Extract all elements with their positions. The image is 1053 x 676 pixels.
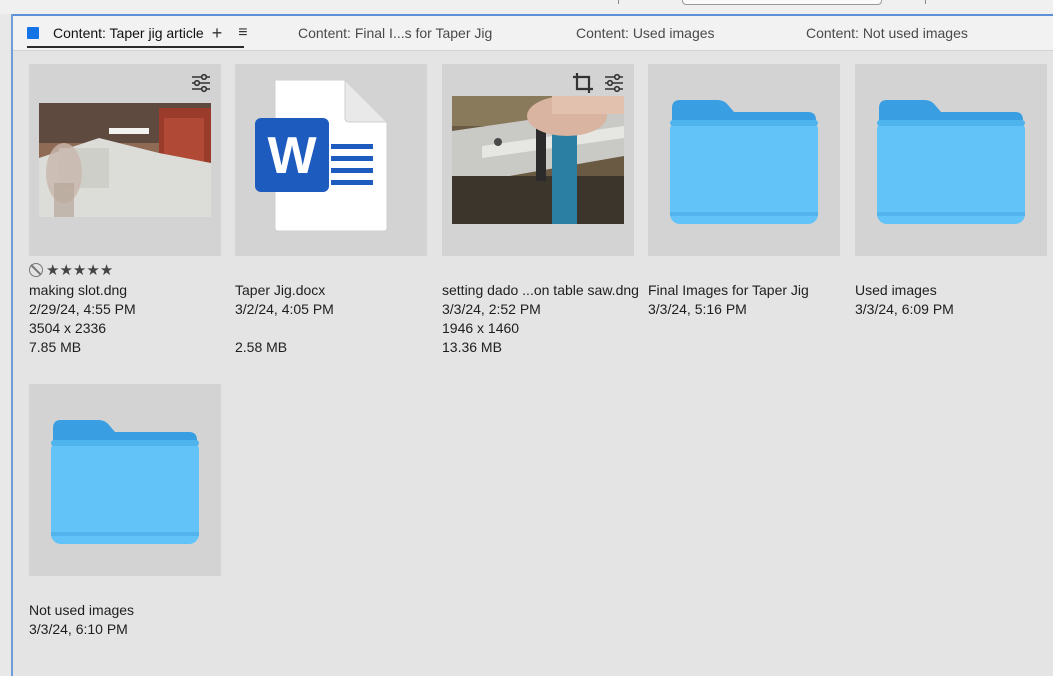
star-icon[interactable]: ★ (86, 261, 99, 279)
star-icon[interactable]: ★ (73, 261, 86, 279)
folder-date: 3/3/24, 6:10 PM (29, 621, 128, 637)
plus-icon[interactable]: + (212, 23, 223, 44)
thumbnail[interactable] (29, 384, 221, 576)
left-panel-edge (0, 14, 13, 676)
file-name: making slot.dng (29, 282, 128, 298)
file-size: 2.58 MB (235, 339, 288, 355)
star-rating[interactable]: ★ ★ ★ ★ ★ (29, 261, 113, 279)
tab-final-images[interactable]: Content: Final I...s for Taper Jig (298, 16, 492, 50)
thumbnail[interactable] (29, 64, 221, 256)
file-date: 3/2/24, 4:05 PM (235, 301, 334, 317)
tab-label: Content: Used images (576, 25, 715, 41)
thumbnail[interactable] (648, 64, 840, 256)
image-preview (39, 103, 211, 217)
search-field-edge[interactable] (682, 0, 882, 5)
folder-name: Final Images for Taper Jig (648, 282, 809, 298)
file-size: 13.36 MB (442, 339, 502, 355)
folder-name: Used images (855, 282, 937, 298)
top-toolbar-strip (0, 0, 1053, 15)
adjustments-sliders-icon[interactable] (190, 72, 212, 94)
file-name: Taper Jig.docx (235, 282, 326, 298)
file-date: 3/3/24, 2:52 PM (442, 301, 541, 317)
file-dimensions: 1946 x 1460 (442, 320, 520, 336)
crop-icon[interactable] (572, 72, 594, 94)
folder-card[interactable]: Final Images for Taper Jig 3/3/24, 5:16 … (648, 64, 840, 319)
folder-name: Not used images (29, 602, 135, 618)
thumbnail[interactable]: W (235, 64, 427, 256)
folder-date: 3/3/24, 6:09 PM (855, 301, 954, 317)
tab-used-images[interactable]: Content: Used images (576, 16, 715, 50)
file-size: 7.85 MB (29, 339, 82, 355)
star-icon[interactable]: ★ (59, 261, 72, 279)
active-tab-underline (27, 46, 244, 48)
tab-label: Content: Not used images (806, 25, 968, 41)
file-dimensions (235, 319, 427, 338)
toolbar-divider (925, 0, 926, 4)
folder-card[interactable]: Not used images 3/3/24, 6:10 PM (29, 384, 221, 639)
star-icon[interactable]: ★ (100, 261, 113, 279)
file-name: setting dado ...on table saw.dng (442, 282, 639, 298)
thumbnail-card[interactable]: W Taper Jig.docx 3/2/24, 4:05 PM 2.58 MB (235, 64, 427, 357)
thumbnail[interactable] (442, 64, 634, 256)
reject-icon[interactable] (29, 263, 43, 277)
svg-text:W: W (267, 127, 317, 185)
tab-taper-jig-article[interactable]: Content: Taper jig article + ≡ (27, 16, 248, 50)
tab-label: Content: Taper jig article (53, 25, 204, 41)
word-document-icon: W (255, 78, 389, 232)
toolbar-divider (618, 0, 619, 4)
tab-not-used-images[interactable]: Content: Not used images (806, 16, 968, 50)
file-dimensions: 3504 x 2336 (29, 320, 107, 336)
adjustments-sliders-icon[interactable] (603, 72, 625, 94)
star-icon[interactable]: ★ (46, 261, 59, 279)
hamburger-menu-icon[interactable]: ≡ (238, 24, 247, 42)
folder-date: 3/3/24, 5:16 PM (648, 301, 747, 317)
file-date: 2/29/24, 4:55 PM (29, 301, 136, 317)
thumbnail-card[interactable]: ★ ★ ★ ★ ★ making slot.dng 2/29/24, 4:55 … (29, 64, 221, 357)
folder-icon (670, 100, 818, 224)
folder-icon (51, 420, 199, 544)
thumbnail-card[interactable]: setting dado ...on table saw.dng 3/3/24,… (442, 64, 639, 357)
image-preview (452, 96, 624, 224)
thumbnail[interactable] (855, 64, 1047, 256)
panel-color-icon (27, 27, 39, 39)
folder-icon (877, 100, 1025, 224)
folder-card[interactable]: Used images 3/3/24, 6:09 PM (855, 64, 1047, 319)
tab-label: Content: Final I...s for Taper Jig (298, 25, 493, 41)
